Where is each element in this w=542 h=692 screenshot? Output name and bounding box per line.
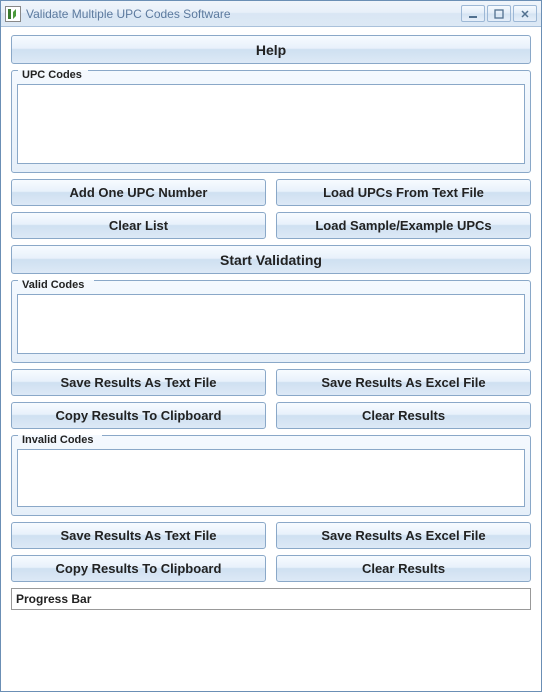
upc-codes-group: UPC Codes <box>11 70 531 173</box>
clear-list-button[interactable]: Clear List <box>11 212 266 239</box>
valid-clear-results-button[interactable]: Clear Results <box>276 402 531 429</box>
valid-save-excel-button[interactable]: Save Results As Excel File <box>276 369 531 396</box>
invalid-save-text-button[interactable]: Save Results As Text File <box>11 522 266 549</box>
progress-label: Progress Bar <box>16 592 91 606</box>
invalid-button-row-2: Copy Results To Clipboard Clear Results <box>11 555 531 582</box>
help-button[interactable]: Help <box>11 35 531 64</box>
minimize-button[interactable] <box>461 5 485 22</box>
valid-codes-legend: Valid Codes <box>19 279 87 291</box>
valid-save-text-button[interactable]: Save Results As Text File <box>11 369 266 396</box>
add-one-upc-button[interactable]: Add One UPC Number <box>11 179 266 206</box>
app-icon <box>5 6 21 22</box>
upc-button-row-2: Clear List Load Sample/Example UPCs <box>11 212 531 239</box>
invalid-save-excel-button[interactable]: Save Results As Excel File <box>276 522 531 549</box>
valid-button-row-2: Copy Results To Clipboard Clear Results <box>11 402 531 429</box>
invalid-copy-clipboard-button[interactable]: Copy Results To Clipboard <box>11 555 266 582</box>
content-area: Help UPC Codes Add One UPC Number Load U… <box>1 27 541 691</box>
window-controls <box>461 5 537 22</box>
maximize-button[interactable] <box>487 5 511 22</box>
start-validating-button[interactable]: Start Validating <box>11 245 531 274</box>
valid-copy-clipboard-button[interactable]: Copy Results To Clipboard <box>11 402 266 429</box>
upc-codes-legend: UPC Codes <box>19 69 85 81</box>
upc-codes-list[interactable] <box>17 84 525 164</box>
invalid-button-row-1: Save Results As Text File Save Results A… <box>11 522 531 549</box>
valid-codes-group: Valid Codes <box>11 280 531 363</box>
app-window: Validate Multiple UPC Codes Software Hel… <box>0 0 542 692</box>
invalid-clear-results-button[interactable]: Clear Results <box>276 555 531 582</box>
load-upcs-file-button[interactable]: Load UPCs From Text File <box>276 179 531 206</box>
valid-codes-list[interactable] <box>17 294 525 354</box>
upc-button-row-1: Add One UPC Number Load UPCs From Text F… <box>11 179 531 206</box>
close-button[interactable] <box>513 5 537 22</box>
invalid-codes-list[interactable] <box>17 449 525 507</box>
valid-button-row-1: Save Results As Text File Save Results A… <box>11 369 531 396</box>
titlebar: Validate Multiple UPC Codes Software <box>1 1 541 27</box>
load-sample-upcs-button[interactable]: Load Sample/Example UPCs <box>276 212 531 239</box>
invalid-codes-legend: Invalid Codes <box>19 434 97 446</box>
window-title: Validate Multiple UPC Codes Software <box>26 7 461 21</box>
progress-bar: Progress Bar <box>11 588 531 610</box>
invalid-codes-group: Invalid Codes <box>11 435 531 516</box>
